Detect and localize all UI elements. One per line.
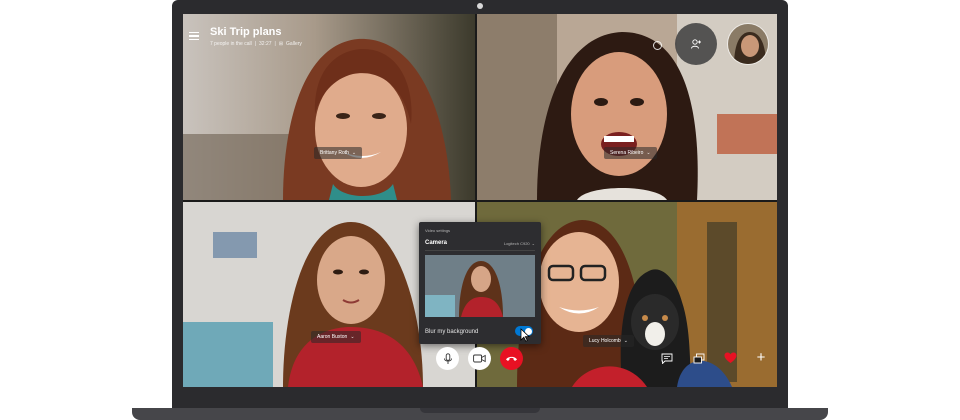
heart-icon <box>724 352 736 363</box>
video-settings-panel: Video settings Camera Logitech C920 ⌄ Bl… <box>419 222 541 344</box>
hangup-icon <box>506 356 517 361</box>
call-title: Ski Trip plans <box>210 26 282 38</box>
chevron-down-icon: ⌄ <box>646 150 651 156</box>
react-button[interactable] <box>723 351 737 365</box>
video-toggle-button[interactable] <box>468 347 491 370</box>
webcam-dot <box>477 3 483 9</box>
chevron-down-icon: ⌄ <box>351 150 357 156</box>
settings-icon[interactable] <box>653 41 662 50</box>
blur-background-label: Blur my background <box>425 329 479 335</box>
mic-icon <box>443 352 452 364</box>
chevron-down-icon: ⌄ <box>623 338 628 344</box>
share-screen-icon <box>693 353 705 363</box>
participant-count: 7 people in the call <box>210 41 252 47</box>
chat-icon <box>661 353 673 364</box>
call-screen: Brittany Roth ⌄ Serena Ribeiro ⌄ Aaron B… <box>183 14 777 387</box>
participant-name-tag[interactable]: Brittany Roth ⌄ <box>314 147 363 159</box>
laptop-base-notch <box>420 408 540 413</box>
add-people-button[interactable] <box>675 23 717 65</box>
avatar-image <box>728 24 768 64</box>
participant-name-tag[interactable]: Lucy Holcomb ⌄ <box>583 335 634 347</box>
call-duration: 32:27 <box>259 41 272 47</box>
participant-name-tag[interactable]: Serena Ribeiro ⌄ <box>604 147 657 159</box>
hang-up-button[interactable] <box>500 347 523 370</box>
chevron-down-icon: ⌄ <box>531 241 535 246</box>
more-options-button[interactable]: + <box>754 349 768 366</box>
camera-preview-image <box>425 255 535 317</box>
camera-label: Camera <box>425 240 448 246</box>
self-preview-avatar[interactable] <box>727 23 769 65</box>
view-mode[interactable]: Gallery <box>286 41 302 47</box>
mute-button[interactable] <box>436 347 459 370</box>
chevron-down-icon: ⌄ <box>350 334 355 340</box>
share-screen-button[interactable] <box>692 351 706 365</box>
camera-preview <box>425 255 535 317</box>
add-person-icon <box>691 39 701 49</box>
video-icon <box>473 354 486 363</box>
plus-icon: + <box>756 349 766 366</box>
participant-name-tag[interactable]: Aaron Buxton ⌄ <box>311 331 361 343</box>
video-settings-title: Video settings <box>425 228 451 233</box>
hamburger-menu-icon[interactable] <box>189 32 199 40</box>
call-meta: 7 people in the call | 32:27 | ⊞ Gallery <box>210 41 302 47</box>
camera-device-select[interactable]: Logitech C920 ⌄ <box>504 241 535 246</box>
chat-button[interactable] <box>660 351 674 365</box>
gallery-icon: ⊞ <box>278 41 284 47</box>
divider <box>425 250 535 251</box>
mouse-cursor-icon <box>520 328 530 342</box>
